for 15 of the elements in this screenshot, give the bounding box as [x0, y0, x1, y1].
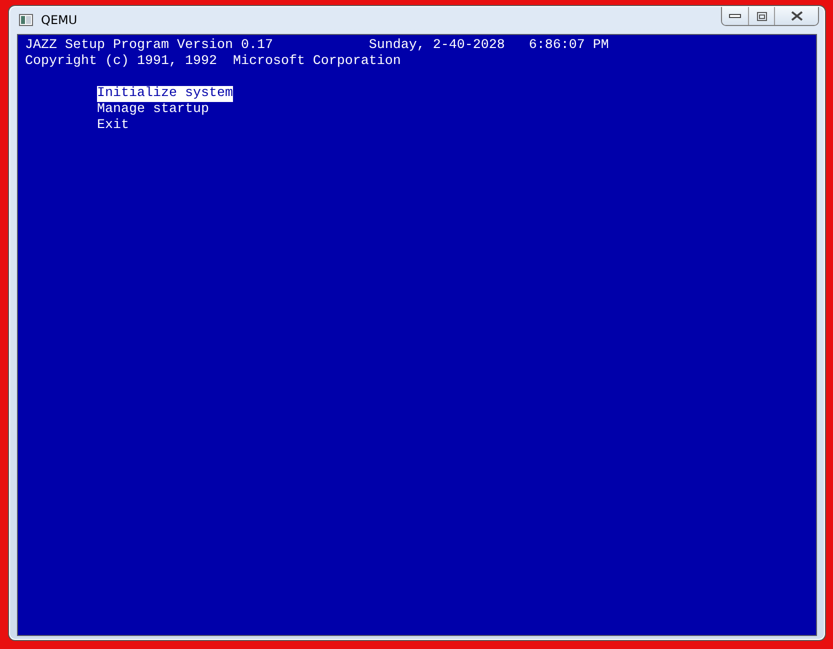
maximize-icon — [756, 12, 766, 20]
program-title: JAZZ Setup Program Version 0.17 — [25, 38, 273, 54]
date-text: Sunday, 2-40-2028 — [368, 38, 505, 54]
close-icon — [790, 11, 802, 21]
minimize-button[interactable] — [722, 7, 748, 25]
menu-item[interactable]: Initialize system — [96, 86, 233, 102]
window-title: QEMU — [41, 12, 78, 29]
menu-item[interactable]: Exit — [96, 118, 129, 134]
maximize-button[interactable] — [748, 7, 774, 25]
copyright-text: Copyright (c) 1991, 1992 Microsoft Corporation — [25, 54, 401, 70]
close-button[interactable] — [774, 7, 818, 25]
menu-item[interactable]: Manage startup — [96, 102, 209, 118]
minimize-icon — [729, 14, 741, 18]
time-text: 6:86:07 PM — [528, 38, 609, 54]
app-icon — [19, 14, 33, 26]
